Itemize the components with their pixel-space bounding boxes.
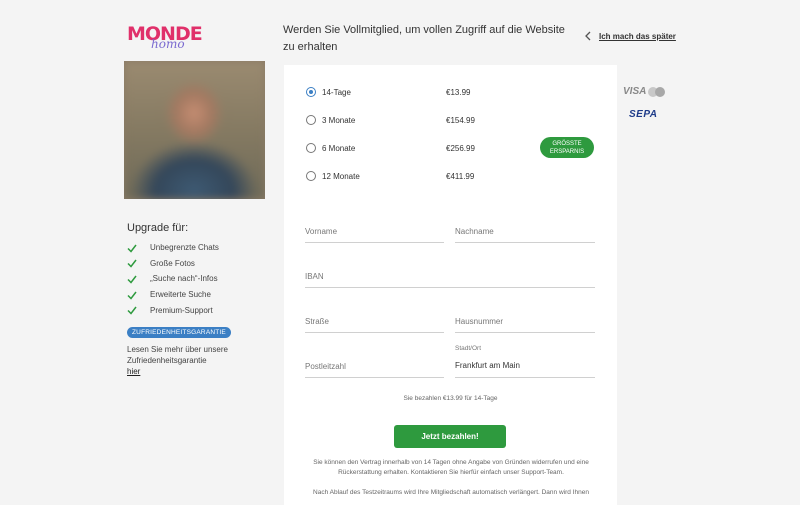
saving-line-2: ERSPARNIS (549, 148, 585, 155)
saving-line-1: GRÖSSTE (552, 140, 582, 147)
guarantee-description: Lesen Sie mehr über unsere Zufriedenheit… (127, 345, 228, 365)
upgrade-title: Upgrade für: (127, 222, 189, 234)
checkmark-icon (127, 244, 137, 253)
site-logo[interactable]: MONDE homo (127, 24, 203, 51)
skip-link[interactable]: Ich mach das später (584, 31, 676, 41)
city-field[interactable]: Stadt/Ort Frankfurt am Main (455, 345, 595, 378)
last-name-field[interactable]: Nachname (455, 216, 595, 243)
first-name-placeholder: Vorname (305, 227, 338, 236)
feature-item: Premium-Support (127, 302, 219, 318)
radio-unselected[interactable] (306, 115, 316, 125)
visa-mastercard-logo: VISA (623, 86, 666, 97)
checkmark-icon (127, 275, 137, 284)
postal-code-field[interactable]: Postleitzahl (305, 351, 444, 378)
feature-item: Unbegrenzte Chats (127, 240, 219, 256)
chevron-left-icon (585, 31, 591, 41)
mastercard-icon (648, 86, 666, 97)
best-saving-badge: GRÖSSTE ERSPARNIS (540, 137, 594, 158)
withdrawal-notice: Sie können den Vertrag innerhalb von 14 … (313, 459, 589, 476)
payment-card: 14-Tage €13.99 3 Monate €154.99 6 Monate… (284, 65, 617, 505)
guarantee-text: Lesen Sie mehr über unsere Zufriedenheit… (127, 344, 247, 377)
checkmark-icon (127, 306, 137, 315)
plan-label: 12 Monate (322, 171, 360, 181)
logo-sub-text: homo (151, 37, 185, 51)
plan-label: 6 Monate (322, 143, 356, 153)
guarantee-badge: ZUFRIEDENHEITSGARANTIE (127, 327, 231, 338)
pay-now-button[interactable]: Jetzt bezahlen! (394, 425, 506, 448)
feature-item: Erweiterte Suche (127, 287, 219, 303)
skip-link-label: Ich mach das später (599, 31, 676, 41)
last-name-placeholder: Nachname (455, 227, 494, 236)
feature-label: „Suche nach“-Infos (150, 274, 218, 284)
radio-unselected[interactable] (306, 143, 316, 153)
street-placeholder: Straße (305, 317, 330, 326)
payment-summary: Sie bezahlen €13.99 für 14-Tage (403, 395, 498, 402)
plan-label: 3 Monate (322, 115, 356, 125)
sepa-logo: SEPA (629, 109, 658, 120)
iban-placeholder: IBAN (305, 272, 324, 281)
radio-unselected[interactable] (306, 171, 316, 181)
feature-label: Erweiterte Suche (150, 290, 211, 300)
plan-price: €13.99 (446, 87, 471, 97)
plan-option-14-days[interactable]: 14-Tage €13.99 (306, 84, 596, 100)
street-field[interactable]: Straße (305, 306, 444, 333)
visa-text: VISA (623, 86, 647, 97)
plan-price: €154.99 (446, 115, 475, 125)
feature-list: Unbegrenzte Chats Große Fotos „Suche nac… (127, 240, 219, 318)
plan-price: €256.99 (446, 143, 475, 153)
plan-option-3-months[interactable]: 3 Monate €154.99 (306, 112, 596, 128)
plan-label: 14-Tage (322, 87, 351, 97)
feature-item: Große Fotos (127, 256, 219, 272)
iban-field[interactable]: IBAN (305, 261, 595, 288)
city-label: Stadt/Ort (455, 345, 482, 352)
guarantee-link[interactable]: hier (127, 367, 140, 376)
page-headline: Werden Sie Vollmitglied, um vollen Zugri… (283, 24, 565, 53)
city-value: Frankfurt am Main (455, 361, 520, 370)
radio-selected[interactable] (306, 87, 316, 97)
profile-photo (124, 61, 265, 199)
first-name-field[interactable]: Vorname (305, 216, 444, 243)
feature-label: Unbegrenzte Chats (150, 243, 219, 253)
checkmark-icon (127, 259, 137, 269)
feature-label: Premium-Support (150, 305, 213, 315)
feature-item: „Suche nach“-Infos (127, 271, 219, 287)
plan-option-12-months[interactable]: 12 Monate €411.99 (306, 168, 596, 184)
checkmark-icon (127, 291, 137, 300)
postal-code-placeholder: Postleitzahl (305, 362, 346, 371)
house-number-field[interactable]: Hausnummer (455, 306, 595, 333)
plan-price: €411.99 (446, 171, 475, 181)
house-number-placeholder: Hausnummer (455, 317, 504, 326)
feature-label: Große Fotos (150, 258, 195, 268)
renewal-notice: Nach Ablauf des Testzeitraums wird Ihre … (313, 489, 589, 496)
